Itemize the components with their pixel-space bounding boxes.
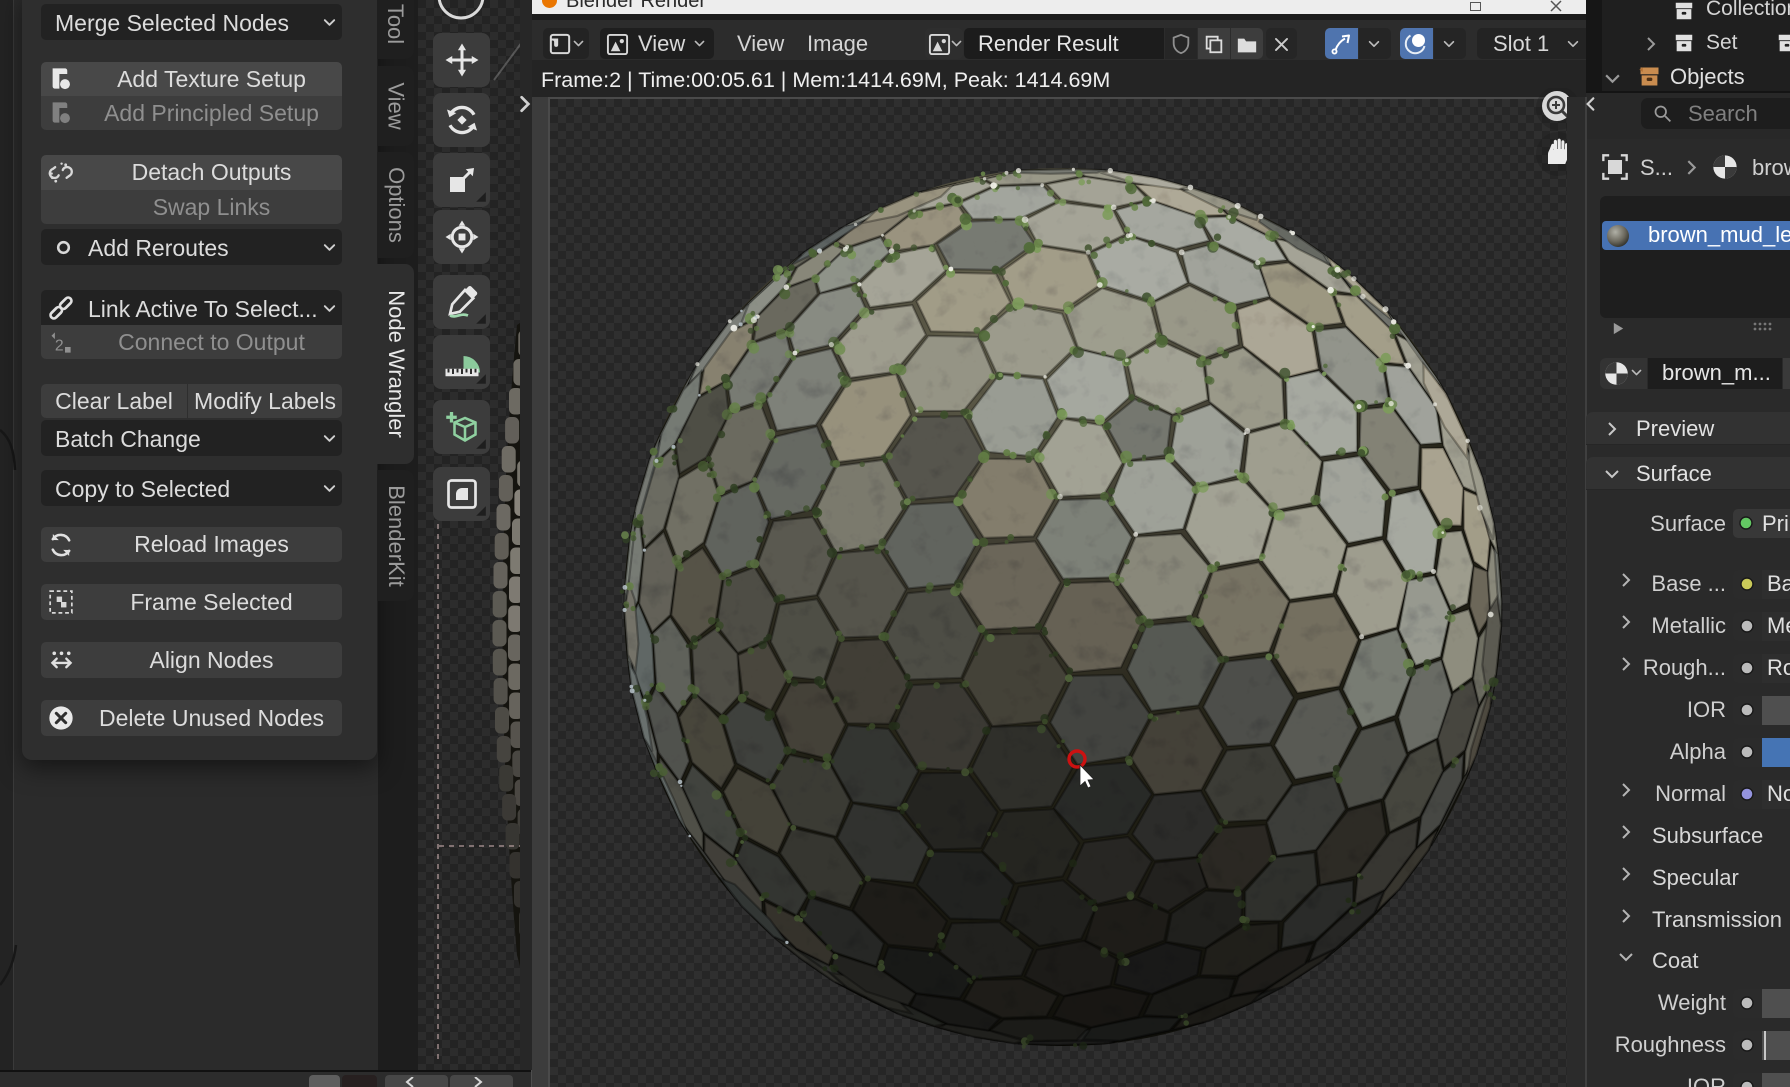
svg-text:2: 2 [55,337,64,354]
